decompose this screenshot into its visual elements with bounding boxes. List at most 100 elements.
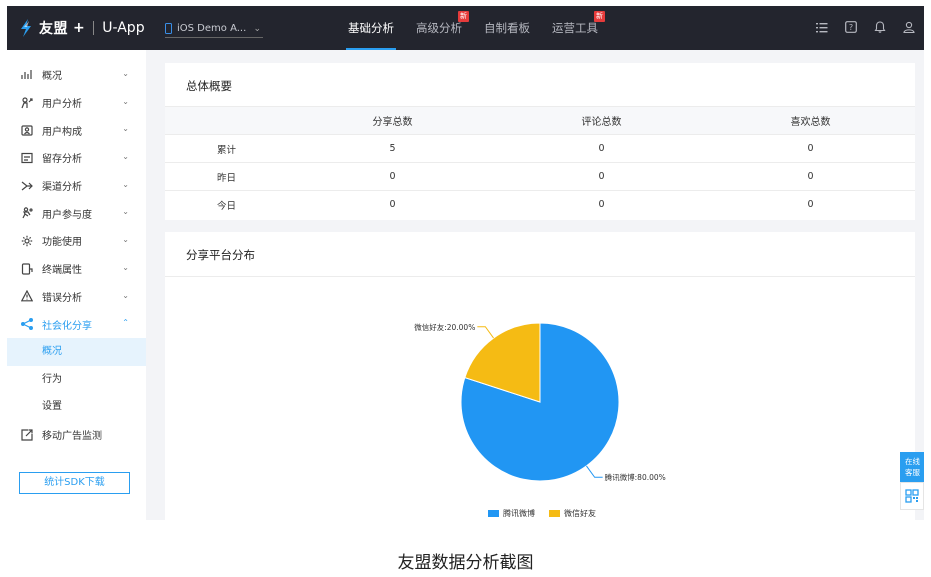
sidebar-item-label: 社会化分享: [42, 320, 92, 332]
sidebar-item-overview[interactable]: 概况 ⌄: [7, 61, 146, 89]
nav-label: 运营工具: [552, 21, 598, 35]
chevron-down-icon: ⌄: [122, 262, 129, 272]
table-row: 今日 0 0 0: [165, 190, 915, 219]
table-cell: 5: [288, 134, 497, 163]
sidebar-item-label: 错误分析: [42, 292, 82, 304]
legend-swatch: [549, 510, 560, 517]
sidebar-item-engagement[interactable]: 用户参与度 ⌄: [7, 199, 146, 227]
sidebar-item-errors[interactable]: 错误分析 ⌄: [7, 283, 146, 311]
top-bar: 友盟 + U-App iOS Demo A... ⌄ 基础分析 高级分析 新 自…: [7, 6, 924, 50]
overview-icon: [21, 69, 33, 81]
sidebar-item-label: 移动广告监测: [42, 431, 102, 443]
logo-divider: [93, 21, 95, 35]
app-selector[interactable]: iOS Demo A... ⌄: [165, 20, 263, 38]
sidebar-subitem-overview[interactable]: 概况: [7, 337, 146, 366]
table-row: 累计 5 0 0: [165, 134, 915, 163]
nav-advanced-analysis[interactable]: 高级分析 新: [416, 6, 469, 50]
brand-plus: +: [73, 20, 86, 36]
distribution-card: 分享平台分布 腾讯微博:80.00% 微信好友:20.00% 腾讯微博 微信好友: [165, 232, 915, 520]
top-icons: ?: [815, 20, 916, 34]
legend-item[interactable]: 微信好友: [549, 508, 596, 519]
online-service-line2: 客服: [905, 468, 920, 477]
sidebar-item-user-composition[interactable]: 用户构成 ⌄: [7, 116, 146, 144]
nav-label: 高级分析: [416, 21, 462, 35]
summary-title: 总体概要: [186, 79, 232, 93]
table-row: 昨日 0 0 0: [165, 162, 915, 191]
legend-swatch: [488, 510, 499, 517]
table-cell: 0: [706, 190, 915, 219]
chevron-down-icon: ⌄: [122, 124, 129, 134]
nav-operation-tools[interactable]: 运营工具 新: [552, 6, 605, 50]
ad-monitor-icon: [21, 429, 33, 441]
sidebar-item-social-share[interactable]: 社会化分享 ⌃: [7, 310, 146, 338]
warning-icon: [21, 290, 33, 302]
user-icon[interactable]: [902, 20, 916, 34]
engagement-icon: [21, 207, 33, 219]
sidebar-item-label: 用户分析: [42, 99, 82, 111]
sidebar-item-label: 用户构成: [42, 126, 82, 138]
online-service-tab[interactable]: 在线 客服: [900, 452, 924, 512]
sidebar-item-feature-usage[interactable]: 功能使用 ⌄: [7, 227, 146, 255]
pie-label-line: [477, 326, 494, 339]
row-label: 昨日: [165, 162, 288, 191]
user-composition-icon: [21, 124, 33, 136]
user-analysis-icon: [21, 96, 33, 109]
top-nav: 基础分析 高级分析 新 自制看板 运营工具 新: [337, 6, 609, 50]
legend-item[interactable]: 腾讯微博: [488, 508, 535, 519]
list-icon[interactable]: [815, 20, 829, 34]
device-icon: [21, 263, 33, 275]
bell-icon[interactable]: [873, 20, 887, 34]
table-header-row: 分享总数 评论总数 喜欢总数: [165, 106, 915, 135]
product-name: U-App: [102, 20, 145, 36]
sidebar-item-channel[interactable]: 渠道分析 ⌄: [7, 172, 146, 200]
app-window: 友盟 + U-App iOS Demo A... ⌄ 基础分析 高级分析 新 自…: [7, 6, 924, 520]
sidebar-item-label: 功能使用: [42, 237, 82, 249]
sidebar-item-label: 终端属性: [42, 265, 82, 277]
sidebar-item-retention[interactable]: 留存分析 ⌄: [7, 144, 146, 172]
svg-text:?: ?: [849, 23, 853, 32]
chevron-down-icon: ⌄: [122, 96, 129, 106]
chart-legend: 腾讯微博 微信好友: [488, 508, 596, 519]
table-cell: 0: [706, 134, 915, 163]
summary-card: 总体概要 分享总数 评论总数 喜欢总数 累计 5 0 0 昨日 0 0 0 今日: [165, 63, 915, 220]
row-label: 今日: [165, 190, 288, 219]
share-icon: [21, 318, 33, 331]
sidebar-item-device[interactable]: 终端属性 ⌄: [7, 255, 146, 283]
sidebar-item-label: 概况: [42, 71, 62, 83]
legend-label: 微信好友: [564, 509, 596, 518]
nav-label: 基础分析: [348, 21, 394, 35]
table-cell: 0: [497, 134, 706, 163]
sidebar-item-label: 留存分析: [42, 154, 82, 166]
umeng-logo-icon: [21, 19, 31, 37]
online-service-line1: 在线: [905, 457, 920, 466]
qr-code-icon[interactable]: [900, 482, 924, 510]
pie-data-label: 腾讯微博:80.00%: [605, 472, 666, 482]
phone-icon: [165, 23, 172, 34]
chevron-down-icon: ⌄: [122, 290, 129, 300]
app-selector-value: iOS Demo A...: [177, 23, 247, 34]
sidebar-item-label: 用户参与度: [42, 209, 92, 221]
sidebar-item-user-analysis[interactable]: 用户分析 ⌄: [7, 89, 146, 117]
chevron-up-icon: ⌃: [122, 318, 129, 328]
pie-data-label: 微信好友:20.00%: [414, 322, 475, 332]
nav-basic-analysis[interactable]: 基础分析: [346, 6, 396, 50]
sidebar-item-ad-monitoring[interactable]: 移动广告监测: [7, 421, 146, 449]
help-icon[interactable]: ?: [844, 20, 858, 34]
table-cell: 0: [497, 162, 706, 191]
table-header: 分享总数: [288, 106, 497, 135]
sdk-download-button[interactable]: 统计SDK下载: [19, 472, 130, 494]
nav-custom-dashboard[interactable]: 自制看板: [484, 6, 530, 50]
chevron-down-icon: ⌄: [122, 152, 129, 162]
summary-table: 分享总数 评论总数 喜欢总数 累计 5 0 0 昨日 0 0 0 今日 0 0 …: [165, 106, 915, 219]
brand-name: 友盟: [39, 21, 68, 37]
legend-label: 腾讯微博: [503, 509, 535, 518]
gear-icon: [21, 235, 33, 247]
chevron-down-icon: ⌄: [122, 207, 129, 217]
sidebar-subitem-settings[interactable]: 设置: [7, 393, 146, 421]
distribution-title: 分享平台分布: [186, 248, 255, 262]
table-header: 评论总数: [497, 106, 706, 135]
logo[interactable]: 友盟 + U-App: [19, 18, 145, 38]
sidebar-subitem-behavior[interactable]: 行为: [7, 366, 146, 394]
online-service-label[interactable]: 在线 客服: [900, 452, 924, 482]
sidebar: 概况 ⌄ 用户分析 ⌄ 用户构成 ⌄ 留存分析 ⌄ 渠道分析 ⌄ 用户参与度 ⌄: [7, 50, 146, 520]
